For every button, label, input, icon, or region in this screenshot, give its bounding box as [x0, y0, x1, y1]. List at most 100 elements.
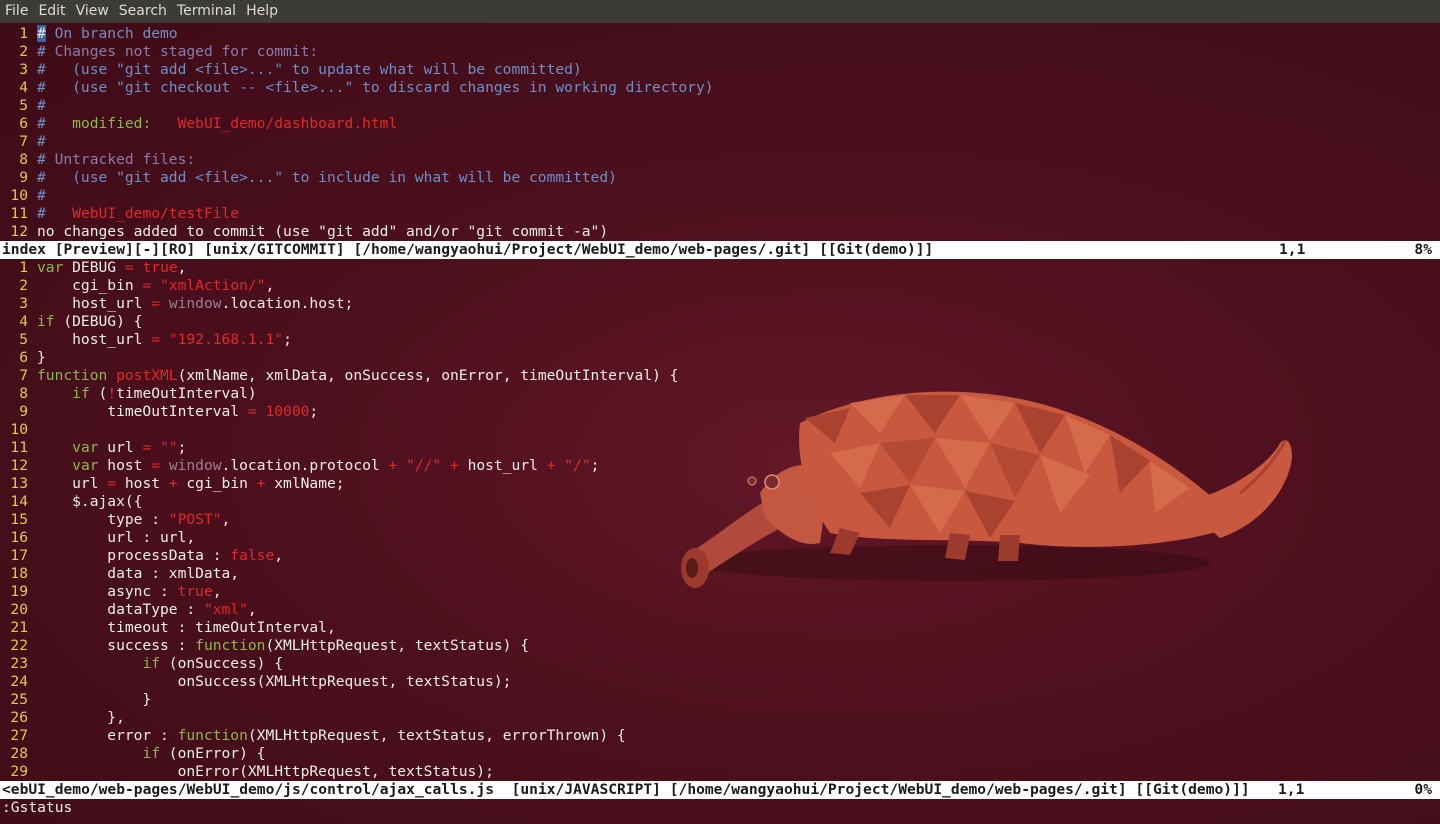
menu-search[interactable]: Search — [114, 0, 172, 23]
code-token: host — [116, 475, 169, 492]
line-number: 20 — [10, 601, 28, 618]
line-number: 11 — [10, 205, 28, 222]
menu-terminal[interactable]: Terminal — [172, 0, 241, 23]
code-line[interactable]: 10 # — [0, 187, 1440, 205]
code-line[interactable]: 1 # On branch demo — [0, 25, 1440, 43]
statusline-cursor-position: 1,1 — [1278, 781, 1305, 798]
code-line[interactable]: 16 url : url, — [0, 529, 1440, 547]
code-line[interactable]: 8 if (!timeOutInterval) — [0, 385, 1440, 403]
code-line[interactable]: 19 async : true, — [0, 583, 1440, 601]
code-line[interactable]: 21 timeout : timeOutInterval, — [0, 619, 1440, 637]
code-line[interactable]: 5 # — [0, 97, 1440, 115]
code-line[interactable]: 11 var url = ""; — [0, 439, 1440, 457]
code-line[interactable]: 4 # (use "git checkout -- <file>..." to d… — [0, 79, 1440, 97]
line-number: 5 — [19, 331, 28, 348]
code-line[interactable]: 27 error : function(XMLHttpRequest, text… — [0, 727, 1440, 745]
code-token: timeOutInterval — [37, 403, 248, 420]
code-token: Changes not staged for commit: — [54, 43, 319, 60]
code-token: # — [37, 187, 46, 204]
code-line[interactable]: 9 # (use "git add <file>..." to include i… — [0, 169, 1440, 187]
code-token: # — [37, 205, 73, 222]
code-line[interactable]: 4 if (DEBUG) { — [0, 313, 1440, 331]
code-line[interactable]: 26 }, — [0, 709, 1440, 727]
line-number: 26 — [10, 709, 28, 726]
line-number: 9 — [19, 169, 28, 186]
code-editor-pane[interactable]: 1 var DEBUG = true, 2 cgi_bin = "xmlAction… — [0, 259, 1440, 781]
code-line[interactable]: 7 # — [0, 133, 1440, 151]
line-number: 25 — [10, 691, 28, 708]
line-number: 1 — [19, 25, 28, 42]
code-line[interactable]: 12 no changes added to commit (use "git a… — [0, 223, 1440, 241]
code-token: , — [247, 601, 257, 618]
code-line[interactable]: 15 type : "POST", — [0, 511, 1440, 529]
line-number: 10 — [10, 187, 28, 204]
code-line[interactable]: 2 cgi_bin = "xmlAction/", — [0, 277, 1440, 295]
code-line[interactable]: 1 var DEBUG = true, — [0, 259, 1440, 277]
code-token: = — [151, 295, 161, 312]
code-token: # — [37, 97, 46, 114]
code-token: function — [37, 367, 108, 384]
code-line[interactable]: 18 data : xmlData, — [0, 565, 1440, 583]
line-number: 12 — [10, 223, 28, 240]
code-token: data : xmlData, — [37, 565, 240, 582]
code-line[interactable]: 25 } — [0, 691, 1440, 709]
code-line[interactable]: 6 # modified: WebUI_demo/dashboard.html — [0, 115, 1440, 133]
code-token: cgi_bin — [37, 277, 143, 294]
code-line[interactable]: 17 processData : false, — [0, 547, 1440, 565]
line-number: 21 — [10, 619, 28, 636]
line-number: 3 — [19, 61, 28, 78]
code-token: WebUI_demo/testFile — [72, 205, 240, 222]
code-line[interactable]: 9 timeOutInterval = 10000; — [0, 403, 1440, 421]
code-line[interactable]: 24 onSuccess(XMLHttpRequest, textStatus)… — [0, 673, 1440, 691]
line-number: 19 — [10, 583, 28, 600]
code-line[interactable]: 28 if (onError) { — [0, 745, 1440, 763]
line-number: 7 — [19, 367, 28, 384]
git-status-pane[interactable]: 1 # On branch demo 2 # Changes not staged f… — [0, 25, 1440, 241]
code-token: var — [37, 259, 64, 276]
code-token: # — [37, 115, 73, 132]
code-token: "//" — [406, 457, 442, 474]
code-line[interactable]: 11 # WebUI_demo/testFile — [0, 205, 1440, 223]
code-line[interactable]: 23 if (onSuccess) { — [0, 655, 1440, 673]
code-line[interactable]: 12 var host = window.location.protocol +… — [0, 457, 1440, 475]
code-line[interactable]: 3 # (use "git add <file>..." to update wh… — [0, 61, 1440, 79]
code-line[interactable]: 14 $.ajax({ — [0, 493, 1440, 511]
code-token: DEBUG — [63, 259, 125, 276]
code-token: true — [177, 583, 213, 600]
code-token: ; — [177, 439, 187, 456]
code-token: # (use "git checkout -- <file>..." to di… — [37, 79, 714, 96]
code-token: host_url — [37, 295, 152, 312]
code-token: (XMLHttpRequest, textStatus) { — [265, 637, 530, 654]
code-line[interactable]: 3 host_url = window.location.host; — [0, 295, 1440, 313]
code-token: timeOutInterval) — [116, 385, 257, 402]
code-token: type : — [37, 511, 169, 528]
code-token: "/" — [564, 457, 591, 474]
code-line[interactable]: 22 success : function(XMLHttpRequest, te… — [0, 637, 1440, 655]
menu-file[interactable]: File — [0, 0, 33, 23]
code-token: "xmlAction/" — [160, 277, 266, 294]
terminal-area[interactable]: 1 # On branch demo 2 # Changes not staged f… — [0, 23, 1440, 824]
code-line[interactable]: 2 # Changes not staged for commit: — [0, 43, 1440, 61]
code-line[interactable]: 6} — [0, 349, 1440, 367]
code-token: url — [37, 475, 108, 492]
line-number: 6 — [19, 349, 28, 366]
menu-view[interactable]: View — [71, 0, 114, 23]
code-line[interactable]: 13 url = host + cgi_bin + xmlName; — [0, 475, 1440, 493]
code-token: if — [72, 385, 90, 402]
line-number: 6 — [19, 115, 28, 132]
menu-help[interactable]: Help — [241, 0, 283, 23]
code-line[interactable]: 8 # Untracked files: — [0, 151, 1440, 169]
code-line[interactable]: 7 function postXML(xmlName, xmlData, onSu… — [0, 367, 1440, 385]
menu-edit[interactable]: Edit — [33, 0, 70, 23]
code-line[interactable]: 10 — [0, 421, 1440, 439]
command-line[interactable]: :Gstatus — [2, 799, 72, 817]
code-line[interactable]: 20 dataType : "xml", — [0, 601, 1440, 619]
code-line[interactable]: 29 onError(XMLHttpRequest, textStatus); — [0, 763, 1440, 781]
code-token: .location.protocol — [221, 457, 389, 474]
code-token: var — [72, 439, 99, 456]
code-line[interactable]: 5 host_url = "192.168.1.1"; — [0, 331, 1440, 349]
